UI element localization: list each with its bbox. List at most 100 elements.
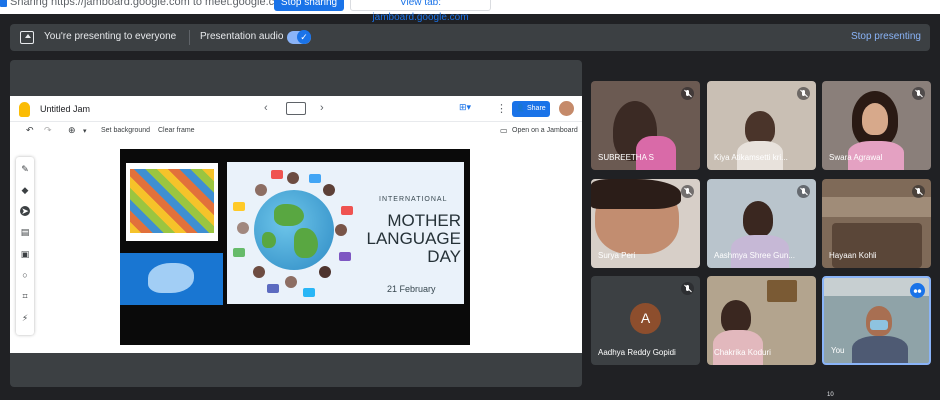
face-mask	[870, 320, 888, 330]
participant-tile[interactable]: Chakrika Koduri	[707, 276, 816, 365]
participant-video	[745, 111, 775, 145]
faces-collage-fill	[130, 169, 214, 233]
pen-icon[interactable]: ✎	[20, 164, 30, 174]
child-face-icon	[323, 184, 335, 196]
presenting-bar: You're presenting to everyone Presentati…	[10, 24, 930, 51]
slide-headline: MOTHER LANGUAGE DAY	[357, 212, 461, 266]
speech-bubble-icon	[303, 288, 315, 297]
mic-off-icon	[681, 87, 694, 100]
child-face-icon	[287, 172, 299, 184]
presenting-status: You're presenting to everyone	[44, 31, 177, 42]
participant-tile[interactable]: Hayaan Kohli	[822, 179, 931, 268]
image-icon[interactable]: ▣	[20, 249, 30, 259]
participant-tile[interactable]: A Aadhya Reddy Gopidi	[591, 276, 700, 365]
presentation-audio-label: Presentation audio	[200, 31, 284, 42]
divider	[189, 30, 190, 45]
presentation-audio-toggle[interactable]: ✓	[287, 30, 311, 44]
laser-icon[interactable]: ⚡	[20, 313, 30, 323]
speaking-indicator-icon: ⦁⦁	[910, 283, 925, 298]
slide-date: 21 February	[387, 284, 436, 294]
slide-line-day: DAY	[427, 247, 461, 266]
eraser-icon[interactable]: ◆	[20, 185, 30, 195]
participant-name: Aashmya Shree Gun...	[714, 251, 795, 260]
zoom-icon[interactable]: ⊕	[68, 125, 76, 136]
word-bird-image	[120, 253, 223, 305]
set-background-button[interactable]: Set background	[101, 127, 150, 134]
continent-shape	[294, 228, 318, 258]
participant-name: Kiya Atikamsetti kri...	[714, 153, 788, 162]
add-frame-icon[interactable]: ⊞▾	[459, 102, 479, 116]
zoom-dropdown-icon[interactable]: ▾	[83, 127, 87, 135]
bird-shape	[148, 263, 194, 293]
child-face-icon	[253, 266, 265, 278]
speech-bubble-icon	[233, 248, 245, 257]
child-face-icon	[237, 222, 249, 234]
child-face-icon	[255, 184, 267, 196]
open-on-jamboard-button[interactable]: Open on a Jamboard	[512, 127, 578, 134]
mic-off-icon	[912, 185, 925, 198]
mother-language-day-image: INTERNATIONAL MOTHER LANGUAGE DAY 21 Feb…	[227, 162, 464, 304]
sticky-note-icon[interactable]: ▤	[20, 227, 30, 237]
undo-icon[interactable]: ↶	[26, 125, 34, 136]
share-button[interactable]: 👤 Share	[512, 101, 550, 117]
previous-frame-icon[interactable]: ‹	[264, 102, 268, 114]
mic-off-icon	[797, 185, 810, 198]
speech-bubble-icon	[267, 284, 279, 293]
participant-count: 10	[827, 392, 834, 398]
sharing-bar: Sharing https://jamboard.google.com to m…	[0, 0, 940, 23]
mic-off-icon	[681, 282, 694, 295]
participant-name: Chakrika Koduri	[714, 348, 771, 357]
participant-tile[interactable]: Surya Peri	[591, 179, 700, 268]
circle-icon[interactable]: ○	[20, 270, 30, 280]
child-face-icon	[285, 276, 297, 288]
participant-name: You	[831, 346, 845, 355]
participant-name: SUBREETHA S	[598, 153, 655, 162]
select-icon[interactable]: ➤	[20, 206, 30, 216]
slide-line-mother: MOTHER	[387, 211, 461, 230]
child-face-icon	[335, 224, 347, 236]
open-jamboard-icon: ▭	[500, 126, 508, 135]
participant-tile[interactable]: Swara Agrawal	[822, 81, 931, 170]
participant-name: Aadhya Reddy Gopidi	[598, 348, 676, 357]
participant-tile[interactable]: Kiya Atikamsetti kri...	[707, 81, 816, 170]
sharing-text: Sharing https://jamboard.google.com to m…	[10, 0, 290, 8]
more-options-icon[interactable]: ⋮	[496, 102, 507, 115]
continent-shape	[262, 232, 276, 248]
participant-tile-self[interactable]: ⦁⦁ You	[822, 276, 931, 365]
view-tab-button[interactable]: View tab: jamboard.google.com	[350, 0, 491, 23]
redo-icon[interactable]: ↷	[44, 125, 52, 136]
participant-video	[822, 197, 931, 217]
participant-tile[interactable]: SUBREETHA S	[591, 81, 700, 170]
share-button-label: Share	[526, 105, 546, 112]
participant-video	[721, 300, 751, 334]
next-frame-icon[interactable]: ›	[320, 102, 324, 114]
account-avatar[interactable]	[559, 101, 574, 116]
participant-tile[interactable]: Aashmya Shree Gun...	[707, 179, 816, 268]
sharing-icon	[0, 0, 7, 7]
participant-video	[862, 103, 888, 135]
participant-video	[743, 201, 773, 237]
jamboard-logo-icon	[19, 102, 30, 117]
participant-video	[767, 280, 797, 302]
slide-line-international: INTERNATIONAL	[379, 196, 448, 203]
participant-video	[591, 179, 681, 209]
participant-name: Surya Peri	[598, 251, 636, 260]
jam-title[interactable]: Untitled Jam	[40, 104, 90, 114]
globe-icon	[254, 190, 334, 270]
speech-bubble-icon	[271, 170, 283, 179]
stop-presenting-button[interactable]: Stop presenting	[851, 31, 921, 42]
mic-off-icon	[681, 185, 694, 198]
participant-initial-avatar: A	[630, 303, 661, 334]
mic-off-icon	[912, 87, 925, 100]
jamboard-header: Untitled Jam ‹ › ⊞▾ ⋮ 👤 Share	[10, 96, 582, 122]
text-box-icon[interactable]: ⌗	[20, 291, 30, 301]
stop-sharing-button[interactable]: Stop sharing	[274, 0, 344, 11]
participant-name: Swara Agrawal	[829, 153, 883, 162]
speech-bubble-icon	[233, 202, 245, 211]
clear-frame-button[interactable]: Clear frame	[158, 127, 195, 134]
faces-collage-image	[126, 163, 218, 241]
child-face-icon	[319, 266, 331, 278]
present-screen-icon	[20, 31, 34, 44]
participant-name: Hayaan Kohli	[829, 251, 877, 260]
frame-bar-icon[interactable]	[286, 102, 306, 115]
